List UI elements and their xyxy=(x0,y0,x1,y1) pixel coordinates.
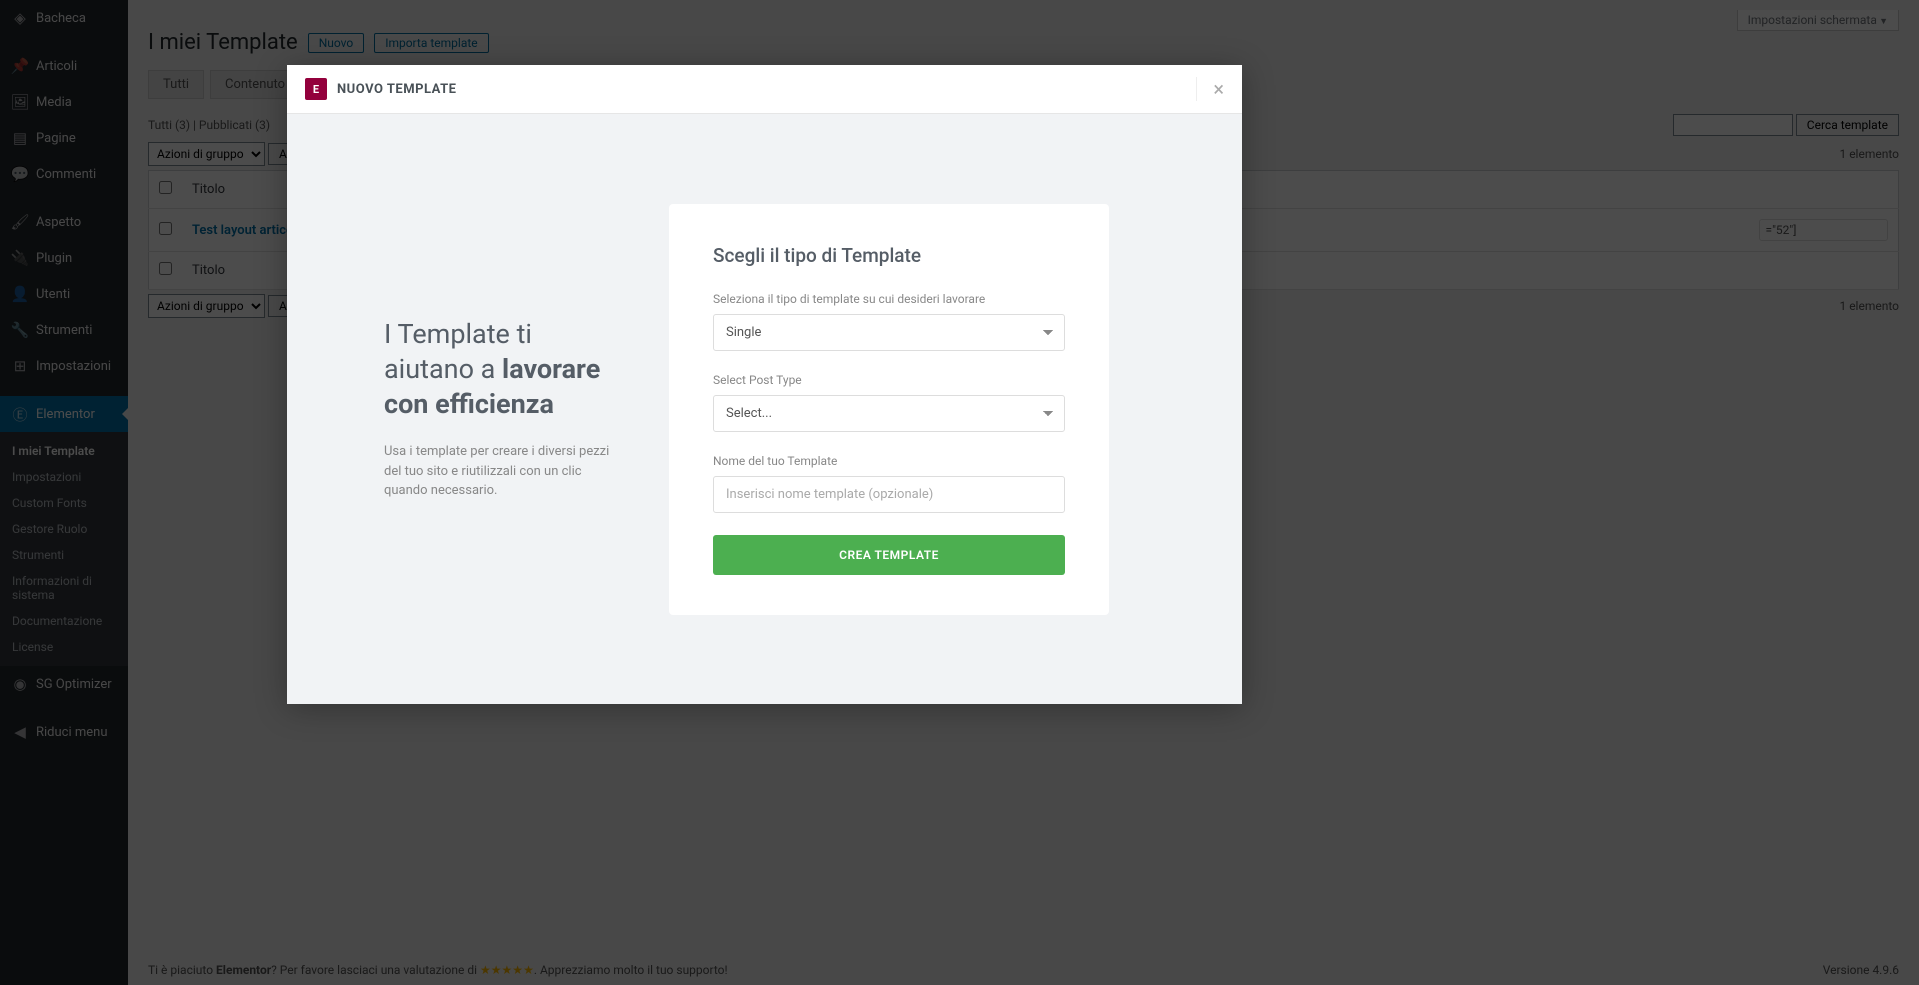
elementor-logo-icon: E xyxy=(305,78,327,100)
post-type-select[interactable]: Select... xyxy=(713,395,1065,432)
template-form: Scegli il tipo di Template Seleziona il … xyxy=(669,204,1109,615)
create-template-button[interactable]: CREA TEMPLATE xyxy=(713,535,1065,575)
modal-description: Usa i template per creare i diversi pezz… xyxy=(384,442,619,501)
template-name-input[interactable] xyxy=(713,476,1065,513)
new-template-modal: E NUOVO TEMPLATE × I Template ti aiutano… xyxy=(287,65,1242,703)
template-type-label: Seleziona il tipo di template su cui des… xyxy=(713,292,1065,306)
form-title: Scegli il tipo di Template xyxy=(713,244,1065,267)
modal-header: E NUOVO TEMPLATE × xyxy=(287,65,1242,114)
modal-intro: I Template ti aiutano a lavorare con eff… xyxy=(287,114,669,704)
post-type-label: Select Post Type xyxy=(713,373,1065,387)
modal-title: NUOVO TEMPLATE xyxy=(337,82,456,97)
close-icon[interactable]: × xyxy=(1196,77,1224,101)
modal-heading: I Template ti aiutano a lavorare con eff… xyxy=(384,317,619,422)
template-type-select[interactable]: Single xyxy=(713,314,1065,351)
template-name-label: Nome del tuo Template xyxy=(713,454,1065,468)
